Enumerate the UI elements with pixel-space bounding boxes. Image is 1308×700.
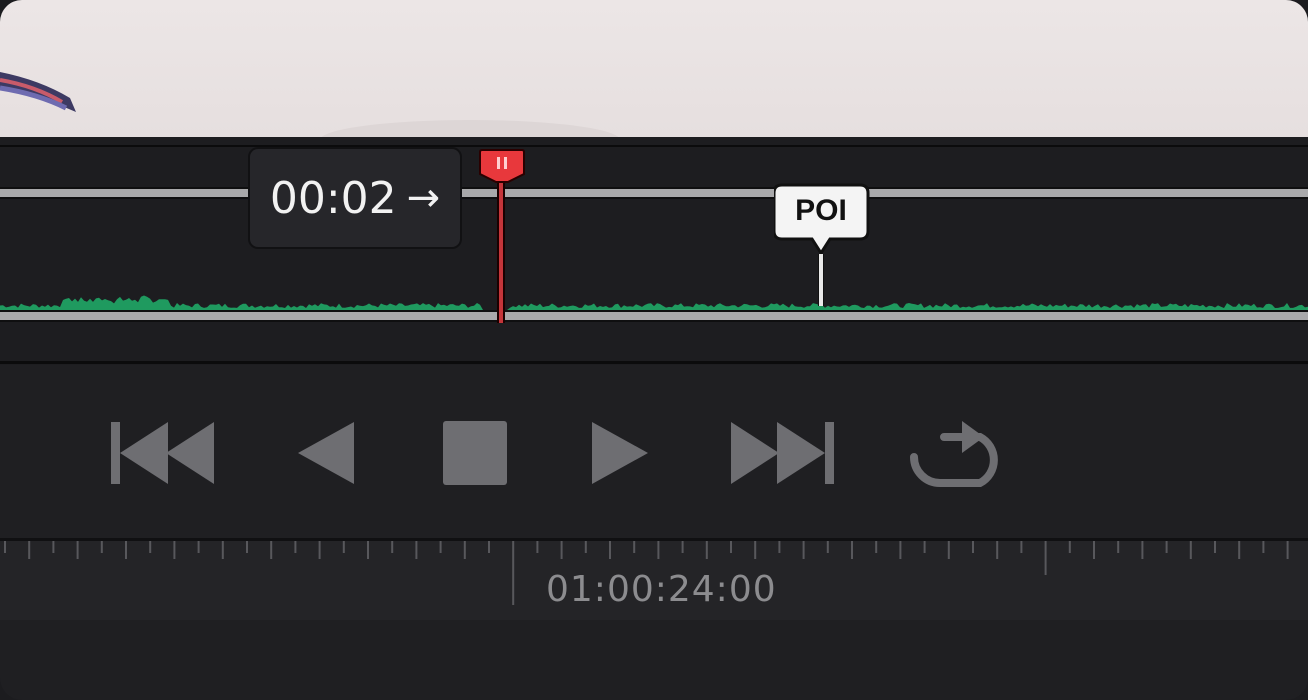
playhead-handle[interactable] <box>478 148 526 186</box>
ruler-tick <box>463 541 466 559</box>
ruler-timecode: 01:00:24:00 <box>546 569 777 610</box>
ruler-tick <box>947 541 950 559</box>
ruler-tick <box>246 541 248 553</box>
ruler-tick <box>923 541 926 553</box>
ruler-tick <box>802 541 805 559</box>
poi-marker-label: POI <box>795 194 847 227</box>
ruler-tick <box>1238 541 1241 559</box>
ruler-tick <box>318 541 321 559</box>
audio-waveform <box>0 295 1308 311</box>
skip-to-end-icon[interactable] <box>728 420 838 486</box>
poi-marker-stem <box>818 254 824 306</box>
ruler-tick <box>705 541 708 559</box>
timeline-divider <box>0 145 1308 147</box>
timeline-divider-bottom <box>0 361 1308 364</box>
ruler-tick <box>681 541 684 553</box>
ruler-tick <box>1214 541 1216 553</box>
ruler-tick <box>512 541 515 605</box>
ruler-tick <box>52 541 55 553</box>
loop-icon[interactable] <box>906 417 1016 487</box>
ruler-tick <box>875 541 878 553</box>
timeline-track-upper-edge <box>0 187 1308 199</box>
timeline-track-area[interactable] <box>0 137 1308 365</box>
arrow-right-icon: → <box>406 175 441 221</box>
time-offset-tooltip: 00:02 → <box>248 147 462 249</box>
ruler-tick <box>342 541 345 553</box>
ruler-tick <box>826 541 829 553</box>
ruler-tick <box>972 541 974 553</box>
footer-bar <box>0 620 1308 700</box>
ruler-tick <box>657 541 660 559</box>
play-reverse-icon[interactable] <box>296 420 358 486</box>
ruler-tick <box>28 541 31 559</box>
ruler-tick <box>294 541 297 553</box>
ruler-tick <box>730 541 732 553</box>
ruler-tick <box>1141 541 1144 559</box>
ruler-tick <box>1262 541 1265 553</box>
ruler-tick <box>609 541 611 559</box>
ruler-tick <box>560 541 563 559</box>
ruler-tick <box>197 541 200 553</box>
ruler-tick <box>1044 541 1047 575</box>
ruler-tick <box>1068 541 1071 553</box>
ruler-tick <box>439 541 442 553</box>
ruler-tick <box>100 541 103 553</box>
ruler-tick <box>851 541 853 559</box>
tooltip-time: 00:02 <box>269 172 397 224</box>
playhead-line[interactable] <box>497 177 505 323</box>
ruler-tick <box>1093 541 1095 559</box>
video-preview <box>0 0 1308 137</box>
ruler-tick <box>754 541 757 559</box>
ruler-tick <box>76 541 79 559</box>
ruler-tick <box>996 541 999 559</box>
ruler-tick <box>1286 541 1289 559</box>
ruler-tick <box>125 541 127 559</box>
ruler-tick <box>899 541 902 559</box>
ruler-tick <box>1189 541 1192 559</box>
ruler-tick <box>367 541 369 559</box>
transport-controls <box>0 365 1308 540</box>
ruler-tick <box>173 541 176 559</box>
timecode-ruler[interactable]: 01:00:24:00 <box>0 538 1308 620</box>
ruler-tick <box>584 541 587 553</box>
ruler-tick <box>1020 541 1023 553</box>
ruler-tick <box>4 541 6 553</box>
ruler-tick <box>221 541 224 559</box>
ruler-tick <box>1165 541 1168 553</box>
ruler-tick <box>778 541 781 553</box>
ruler-tick <box>488 541 490 553</box>
skip-to-start-icon[interactable] <box>108 420 218 486</box>
ruler-tick <box>633 541 636 553</box>
ruler-tick <box>270 541 273 559</box>
stop-icon[interactable] <box>442 421 508 485</box>
editor-frame: 00:02 → POI 01:00:24:00 <box>0 0 1308 700</box>
ruler-tick <box>1117 541 1120 553</box>
ruler-tick <box>415 541 418 559</box>
preview-image <box>0 72 619 137</box>
waveform-path <box>0 295 1308 311</box>
ruler-tick <box>536 541 539 553</box>
ruler-tick <box>391 541 394 553</box>
ruler-tick <box>149 541 152 553</box>
play-icon[interactable] <box>588 420 650 486</box>
timeline-track-lower-edge <box>0 310 1308 322</box>
